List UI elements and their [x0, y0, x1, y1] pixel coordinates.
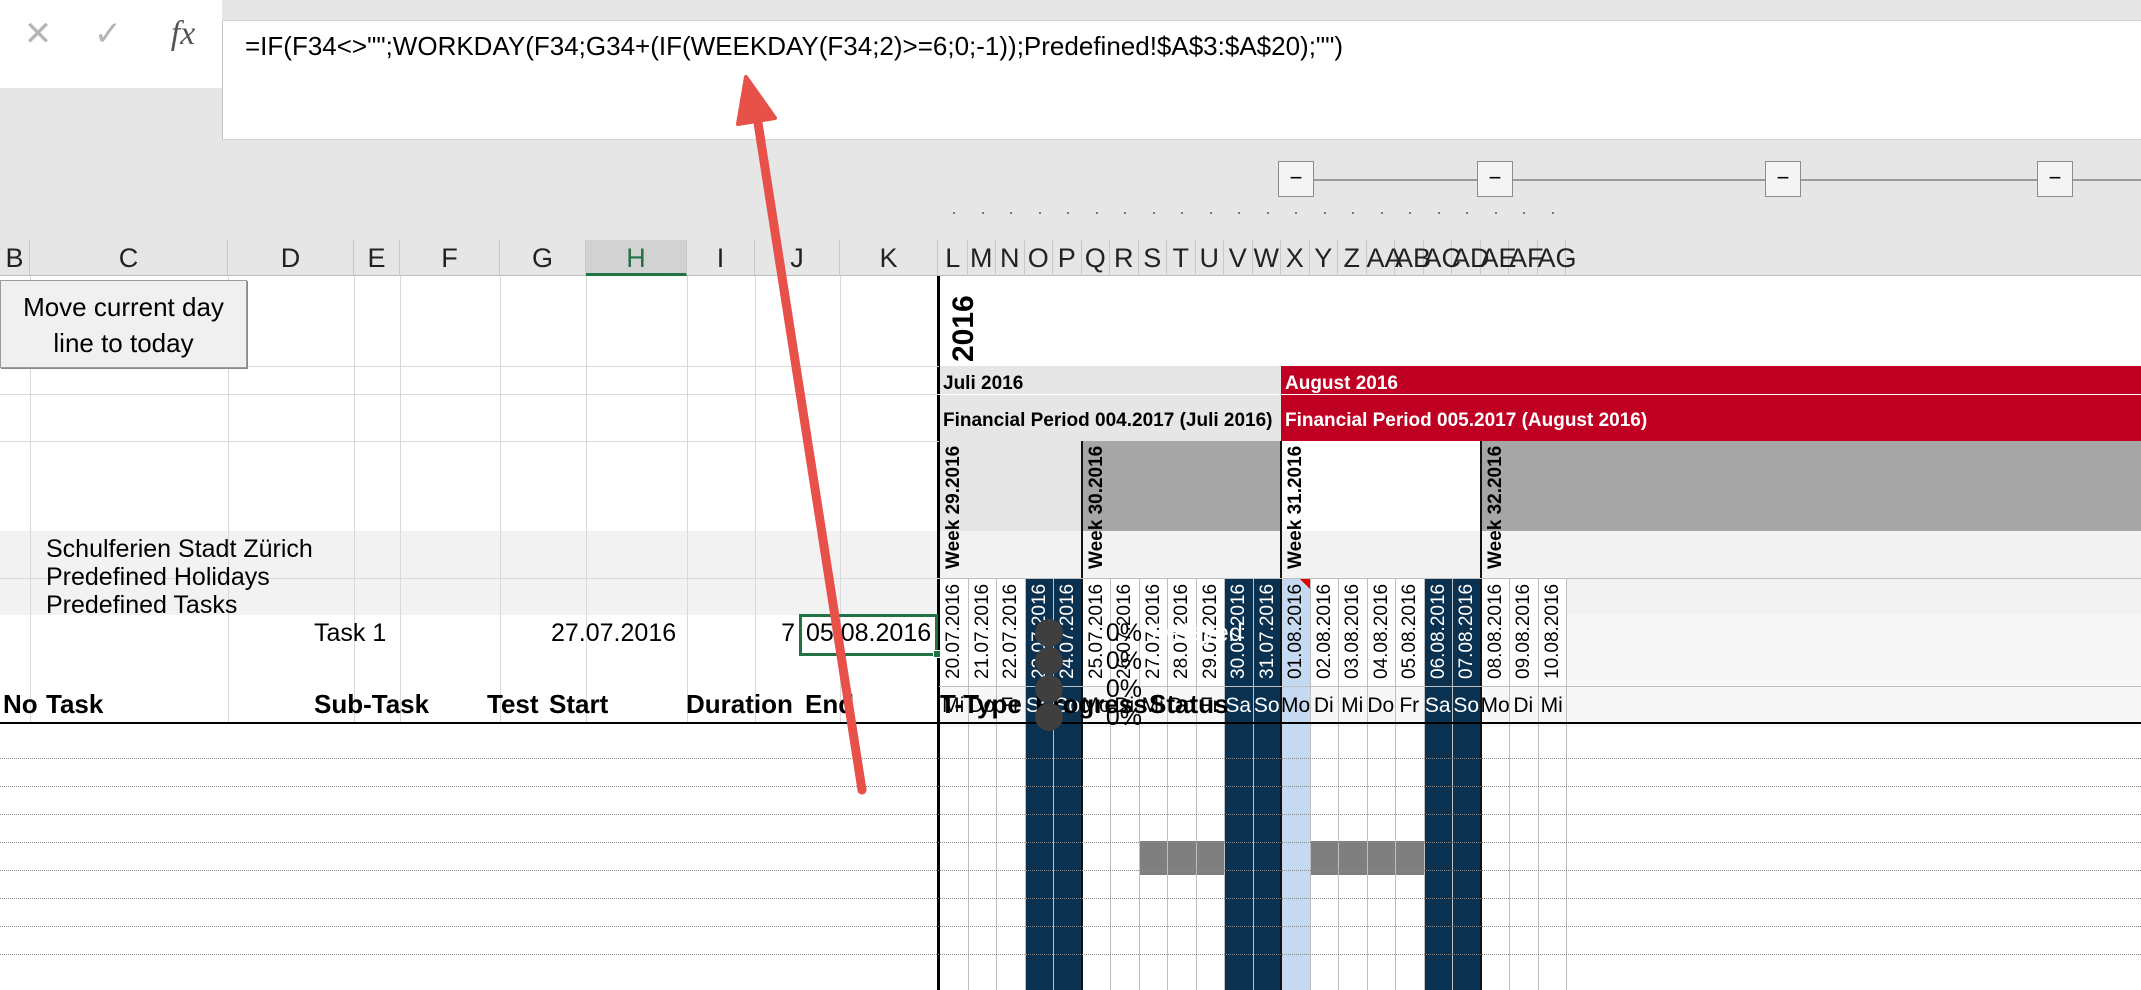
annotation-arrow	[736, 75, 867, 795]
